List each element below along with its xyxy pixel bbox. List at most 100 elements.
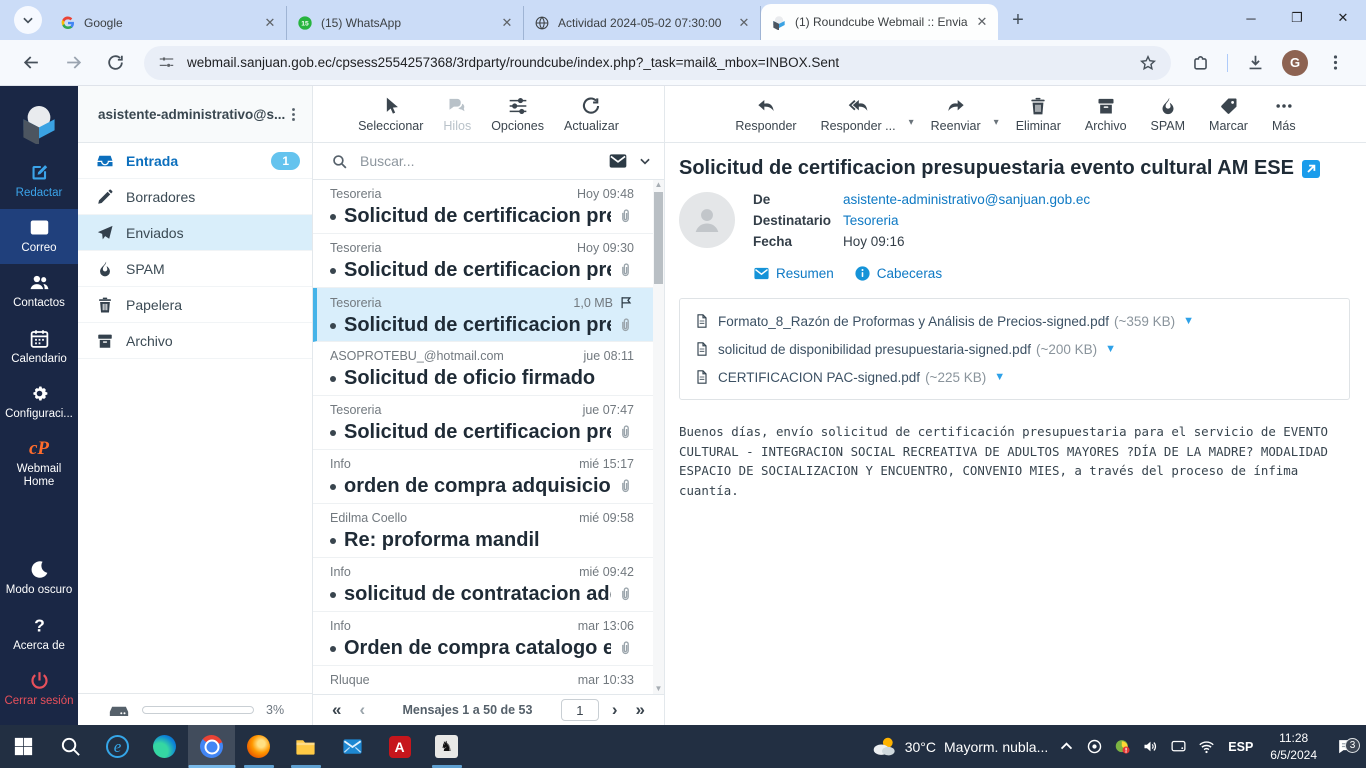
tray-chevup-icon[interactable] [1055, 736, 1077, 758]
attachment-row[interactable]: Formato_8_Razón de Proformas y Análisis … [694, 307, 1335, 335]
tray-display-icon[interactable] [1167, 736, 1189, 758]
flag-icon[interactable] [619, 295, 634, 310]
browser-tab[interactable]: Actividad 2024-05-02 07:30:00 ✕ [524, 6, 761, 40]
toolbar-button-seleccionar[interactable]: Seleccionar [351, 92, 430, 137]
tray-antivirus-icon[interactable] [1111, 736, 1133, 758]
first-page-button[interactable]: « [323, 700, 350, 720]
attachment-row[interactable]: CERTIFICACION PAC-signed.pdf (~225 KB) ▼ [694, 363, 1335, 391]
message-row[interactable]: Info mar 13:06 Orden de compra catalogo el… [313, 612, 664, 666]
sidebar-item-contactos[interactable]: Contactos [0, 264, 78, 319]
notification-center-icon[interactable]: 3 [1330, 737, 1360, 756]
profile-avatar[interactable]: G [1282, 49, 1308, 76]
sidebar-item-redactar[interactable]: Redactar [0, 154, 78, 209]
edge[interactable] [141, 725, 188, 768]
mail-app[interactable] [329, 725, 376, 768]
sidebar-item-acerca-de[interactable]: ? Acerca de [0, 607, 78, 662]
attachment-name[interactable]: Formato_8_Razón de Proformas y Análisis … [718, 314, 1109, 329]
url-bar[interactable]: webmail.sanjuan.gob.ec/cpsess2554257368/… [144, 45, 1171, 80]
maximize-button[interactable]: ❐ [1274, 0, 1320, 36]
search-scope-mail-icon[interactable] [608, 151, 628, 171]
toolbar-button-marcar[interactable]: Marcar [1202, 92, 1255, 137]
next-page-button[interactable]: › [603, 700, 627, 720]
sidebar-item-cerrar-sesi-n[interactable]: Cerrar sesión [0, 662, 78, 717]
search-options-chevron-icon[interactable] [638, 154, 652, 168]
toolbar-button-hilos[interactable]: Hilos [436, 92, 478, 137]
last-page-button[interactable]: » [627, 700, 654, 720]
java-app[interactable]: ♞ [423, 725, 470, 768]
attachment-menu-caret-icon[interactable]: ▼ [1183, 315, 1194, 327]
message-row[interactable]: Edilma Coello mié 09:58 Re: proforma mandi… [313, 504, 664, 558]
clock[interactable]: 11:28 6/5/2024 [1264, 730, 1323, 762]
taskbar-search[interactable] [47, 725, 94, 768]
browser-menu-icon[interactable] [1318, 46, 1352, 80]
sidebar-item-correo[interactable]: Correo [0, 209, 78, 265]
toolbar-button-responder[interactable]: Responder ... [814, 92, 903, 137]
tab-close-icon[interactable]: ✕ [974, 14, 990, 30]
extensions-icon[interactable] [1183, 46, 1217, 80]
toolbar-button-actualizar[interactable]: Actualizar [557, 92, 626, 137]
message-row[interactable]: Info mié 15:17 orden de compra adquisicion… [313, 450, 664, 504]
sidebar-item-calendario[interactable]: Calendario [0, 320, 78, 375]
back-button[interactable] [14, 46, 48, 80]
toolbar-button-más[interactable]: Más [1265, 92, 1303, 137]
folder-enviados[interactable]: Enviados [78, 215, 312, 251]
sidebar-item-configuraci-[interactable]: Configuraci... [0, 375, 78, 430]
tab-close-icon[interactable]: ✕ [262, 15, 278, 31]
minimize-button[interactable]: ─ [1228, 0, 1274, 36]
toolbar-button-spam[interactable]: SPAM [1144, 92, 1193, 137]
browser-tab[interactable]: Google ✕ [50, 6, 287, 40]
folder-archivo[interactable]: Archivo [78, 323, 312, 359]
sidebar-item-webmail-home[interactable]: cP Webmail Home [0, 430, 78, 498]
tab-close-icon[interactable]: ✕ [736, 15, 752, 31]
downloads-icon[interactable] [1238, 46, 1272, 80]
scrollbar-thumb[interactable] [654, 192, 663, 284]
tray-wifi-icon[interactable] [1195, 736, 1217, 758]
new-tab-button[interactable]: + [1004, 6, 1032, 34]
dropdown-caret-icon[interactable]: ▾ [994, 117, 999, 128]
folder-options-kebab-icon[interactable] [285, 106, 302, 123]
scroll-up-icon[interactable]: ▲ [655, 180, 663, 190]
message-row[interactable]: Info mié 09:42 solicitud de contratacion a… [313, 558, 664, 612]
browser-tab[interactable]: (1) Roundcube Webmail :: Envia ✕ [761, 4, 998, 40]
url-text[interactable]: webmail.sanjuan.gob.ec/cpsess2554257368/… [187, 55, 1139, 70]
weather-widget[interactable]: 30°C Mayorm. nubla... [871, 734, 1048, 760]
toolbar-button-eliminar[interactable]: Eliminar [1009, 92, 1068, 137]
message-row[interactable]: Tesoreria Hoy 09:48 Solicitud de certifica… [313, 180, 664, 234]
start-button[interactable] [0, 725, 47, 768]
prev-page-button[interactable]: ‹ [350, 700, 374, 720]
toolbar-button-opciones[interactable]: Opciones [484, 92, 551, 137]
reload-button[interactable] [98, 46, 132, 80]
folder-papelera[interactable]: Papelera [78, 287, 312, 323]
attachment-menu-caret-icon[interactable]: ▼ [994, 371, 1005, 383]
tab-close-icon[interactable]: ✕ [499, 15, 515, 31]
site-info-icon[interactable] [158, 54, 175, 71]
folder-borradores[interactable]: Borradores [78, 179, 312, 215]
message-row[interactable]: Rluque mar 10:33 [313, 666, 664, 694]
folder-spam[interactable]: SPAM [78, 251, 312, 287]
message-row[interactable]: ASOPROTEBU_@hotmail.com jue 08:11 Solicitu… [313, 342, 664, 396]
language-indicator[interactable]: ESP [1224, 740, 1257, 754]
header-value[interactable]: asistente-administrativo@sanjuan.gob.ec [843, 192, 1090, 207]
action-resumen[interactable]: Resumen [753, 265, 834, 282]
close-button[interactable]: ✕ [1320, 0, 1366, 36]
sidebar-item-modo-oscuro[interactable]: Modo oscuro [0, 551, 78, 606]
toolbar-button-responder[interactable]: Responder [728, 92, 803, 137]
list-scrollbar[interactable]: ▲ ▼ [653, 180, 664, 694]
toolbar-button-archivo[interactable]: Archivo [1078, 92, 1134, 137]
page-number-input[interactable]: 1 [560, 699, 599, 721]
message-row[interactable]: Tesoreria 1,0 MB Solicitud de certificacio… [313, 288, 664, 342]
open-in-new-window-icon[interactable] [1301, 159, 1320, 178]
folder-entrada[interactable]: Entrada 1 [78, 143, 312, 179]
chrome[interactable] [188, 725, 235, 768]
dropdown-caret-icon[interactable]: ▾ [909, 117, 914, 128]
header-value[interactable]: Tesoreria [843, 213, 899, 228]
tray-speaker-icon[interactable] [1139, 736, 1161, 758]
attachment-row[interactable]: solicitud de disponibilidad presupuestar… [694, 335, 1335, 363]
tray-record-icon[interactable] [1083, 736, 1105, 758]
attachment-menu-caret-icon[interactable]: ▼ [1105, 343, 1116, 355]
file-explorer[interactable] [282, 725, 329, 768]
forward-button[interactable] [56, 46, 90, 80]
tab-search-chevron-icon[interactable] [14, 6, 42, 34]
acrobat[interactable]: A [376, 725, 423, 768]
internet-explorer[interactable]: e [94, 725, 141, 768]
